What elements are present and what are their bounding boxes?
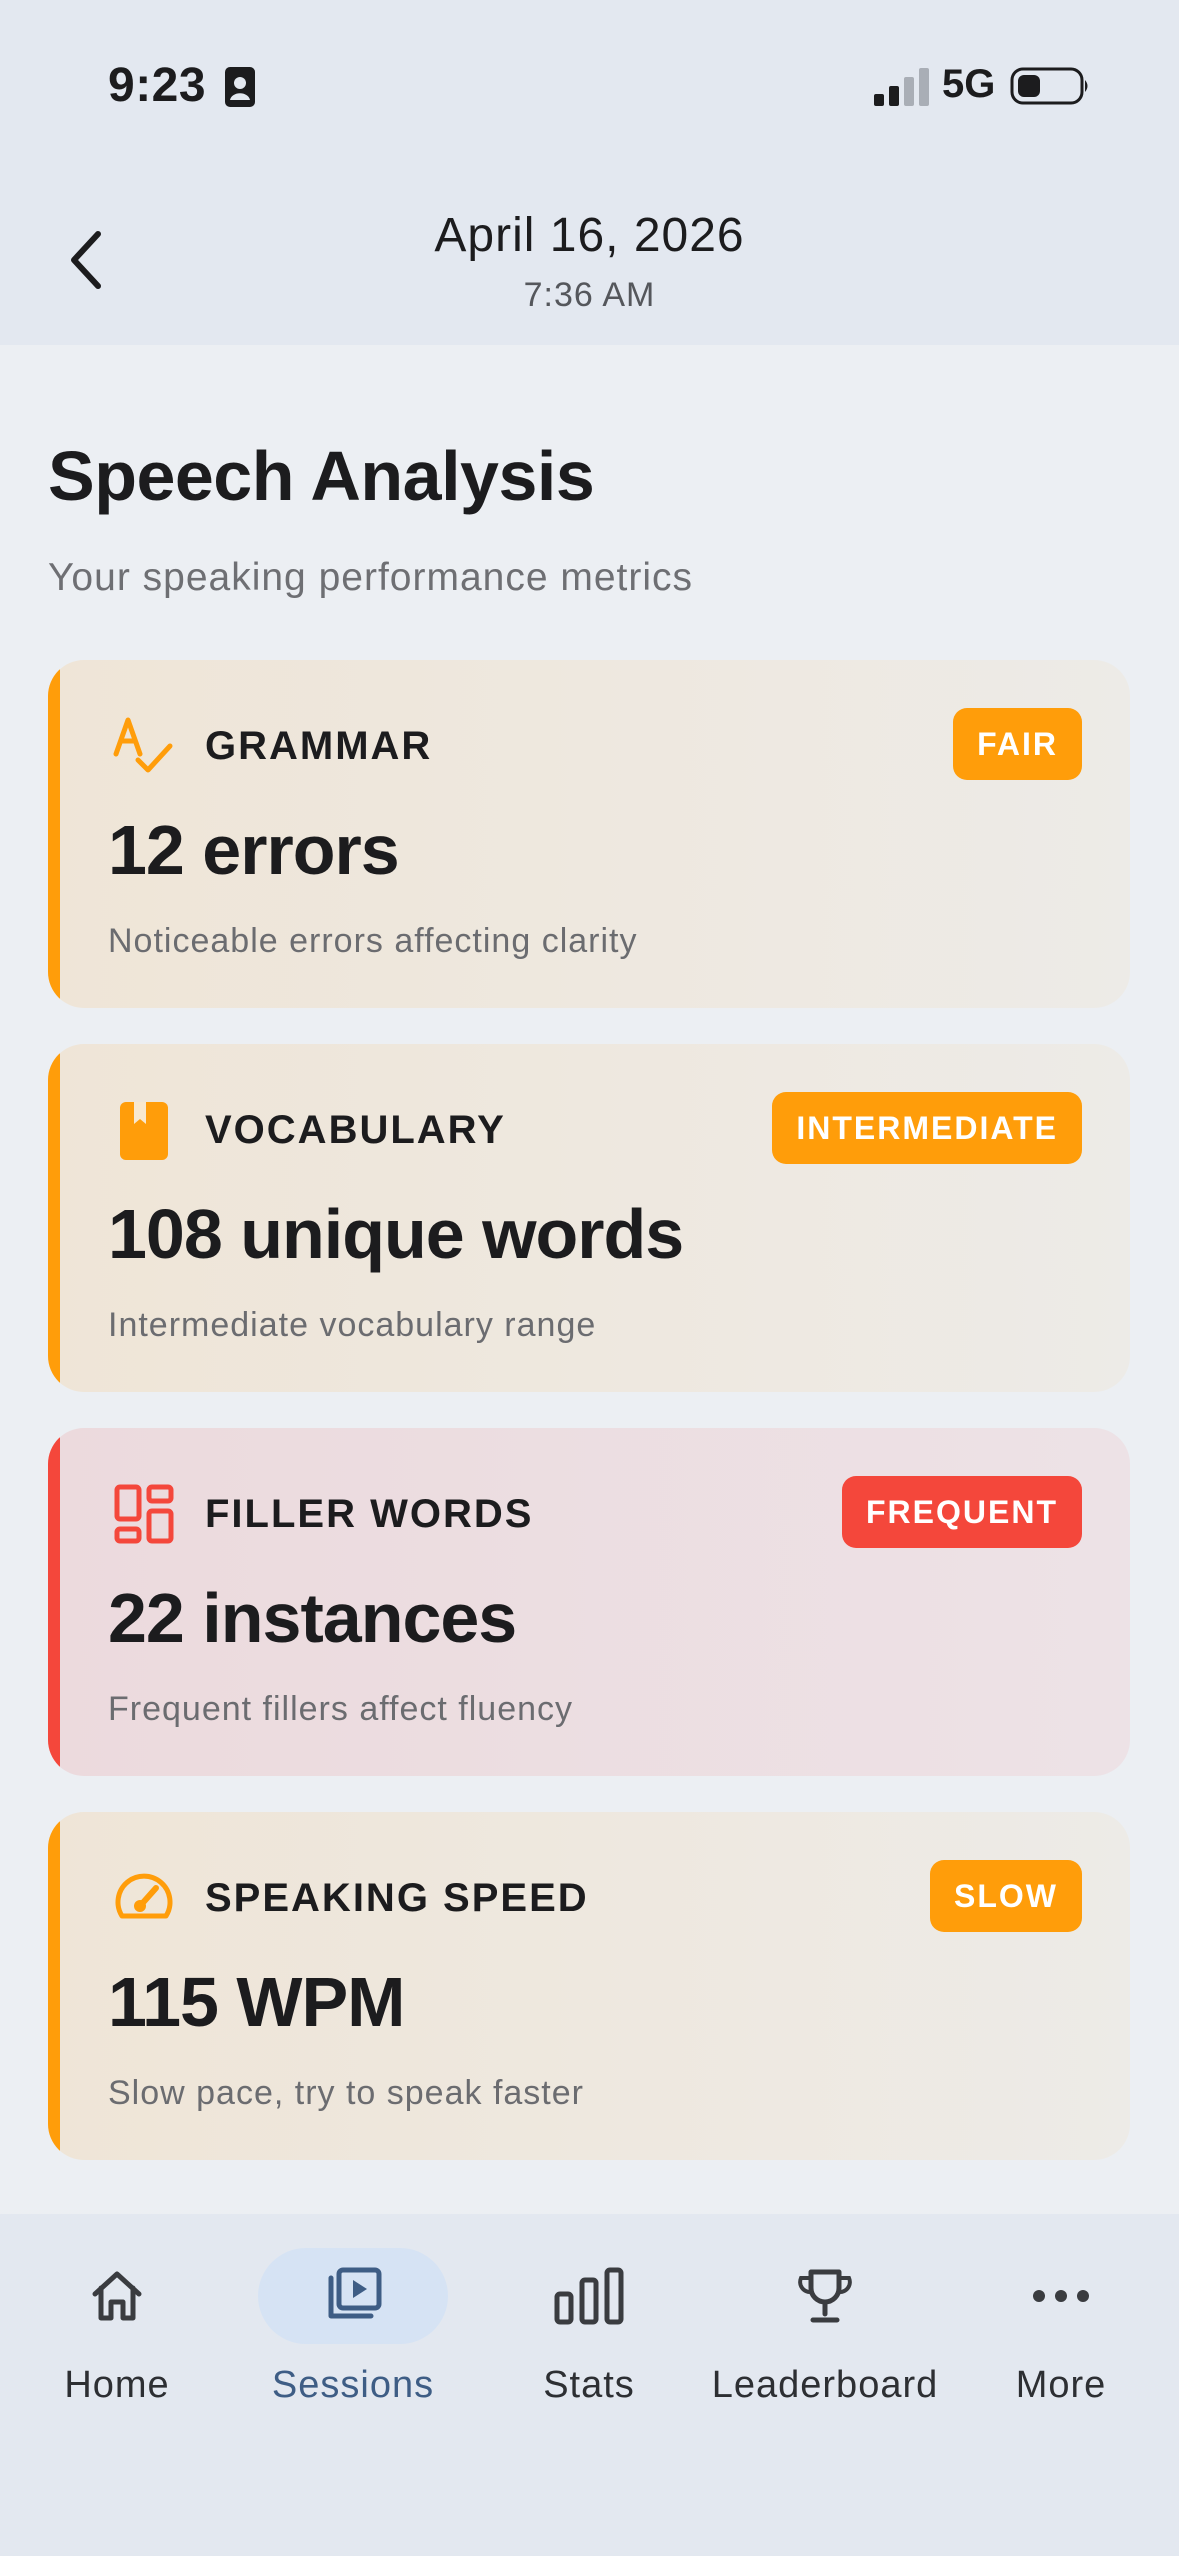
metric-card-filler-words[interactable]: FILLER WORDS FREQUENT 22 instances Frequ… <box>48 1428 1130 1776</box>
battery-icon <box>1010 67 1088 105</box>
metric-card-speaking-speed[interactable]: SPEAKING SPEED SLOW 115 WPM Slow pace, t… <box>48 1812 1130 2160</box>
tab-stats[interactable]: Stats <box>494 2248 684 2438</box>
card-label: VOCABULARY <box>205 1108 506 1152</box>
contact-card-icon <box>225 67 255 107</box>
card-description: Intermediate vocabulary range <box>108 1306 597 1344</box>
page-subtitle: Your speaking performance metrics <box>48 556 694 599</box>
tab-label: Home <box>64 2364 170 2406</box>
bottom-tab-bar: Home Sessions Stats Leaderboard More <box>0 2214 1179 2556</box>
page-title: Speech Analysis <box>48 437 595 515</box>
status-badge: INTERMEDIATE <box>772 1092 1082 1164</box>
metric-card-vocabulary[interactable]: VOCABULARY INTERMEDIATE 108 unique words… <box>48 1044 1130 1392</box>
home-icon <box>92 2271 142 2321</box>
trophy-icon <box>798 2269 852 2323</box>
dashboard-icon <box>114 1484 174 1544</box>
card-label: GRAMMAR <box>205 724 433 768</box>
stats-icon <box>554 2267 624 2325</box>
top-area: 9:23 5G April 16, 2026 7:36 AM <box>0 0 1179 345</box>
card-description: Frequent fillers affect fluency <box>108 1690 574 1728</box>
card-value: 12 errors <box>108 811 400 889</box>
tab-label: Sessions <box>271 2364 435 2406</box>
metric-card-grammar[interactable]: GRAMMAR FAIR 12 errors Noticeable errors… <box>48 660 1130 1008</box>
speech-analysis-screen: 9:23 5G April 16, 2026 7:36 AM Speech An… <box>0 0 1179 2556</box>
status-time: 9:23 <box>108 59 207 112</box>
more-icon <box>1033 2290 1089 2302</box>
card-description: Noticeable errors affecting clarity <box>108 922 638 960</box>
status-bar: 9:23 5G <box>0 0 1179 150</box>
sessions-icon <box>328 2267 382 2319</box>
tab-leaderboard[interactable]: Leaderboard <box>710 2248 940 2438</box>
session-time: 7:36 AM <box>523 276 656 314</box>
card-description: Slow pace, try to speak faster <box>108 2074 584 2112</box>
network-type: 5G <box>942 62 996 106</box>
spellcheck-icon <box>113 717 173 773</box>
tab-label: Leaderboard <box>711 2364 939 2406</box>
tab-label: More <box>1015 2364 1107 2406</box>
card-label: FILLER WORDS <box>205 1492 534 1536</box>
card-label: SPEAKING SPEED <box>205 1876 589 1920</box>
speedometer-icon <box>115 1873 173 1919</box>
tab-home[interactable]: Home <box>22 2248 212 2438</box>
status-badge: FREQUENT <box>842 1476 1082 1548</box>
status-badge: SLOW <box>930 1860 1082 1932</box>
card-value: 22 instances <box>108 1579 517 1657</box>
book-icon <box>120 1102 168 1160</box>
card-value: 108 unique words <box>108 1195 684 1273</box>
status-badge: FAIR <box>953 708 1082 780</box>
session-date: April 16, 2026 <box>434 209 745 262</box>
card-value: 115 WPM <box>108 1963 405 2041</box>
signal-icon <box>874 68 929 106</box>
tab-label: Stats <box>543 2364 635 2406</box>
tab-sessions[interactable]: Sessions <box>258 2248 448 2438</box>
tab-more[interactable]: More <box>966 2248 1156 2438</box>
